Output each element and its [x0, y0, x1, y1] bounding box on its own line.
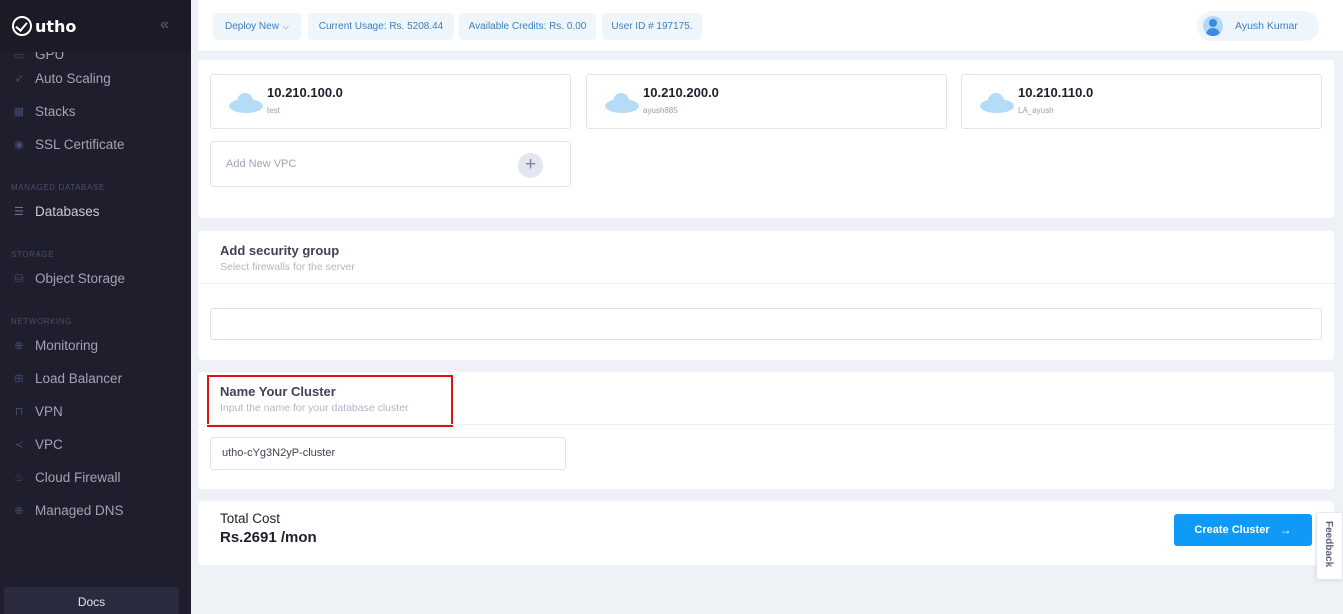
sidebar-item-vpc[interactable]: ≺ VPC	[0, 428, 191, 461]
deploy-new-dropdown[interactable]: Deploy New ⌵	[213, 13, 301, 40]
user-menu[interactable]: Ayush Kumar	[1197, 11, 1319, 41]
security-group-subtitle: Select firewalls for the server	[220, 261, 355, 273]
user-id-badge: User ID # 197175.	[602, 13, 702, 40]
vpc-ip: 10.210.110.0	[1018, 85, 1094, 100]
sidebar-item-cloud-firewall[interactable]: ♨ Cloud Firewall	[0, 461, 191, 494]
sidebar-item-label: Load Balancer	[35, 371, 123, 386]
plus-icon: +	[518, 153, 543, 178]
logo-check-icon	[12, 16, 32, 36]
lock-icon: ⊓	[14, 406, 24, 418]
divider	[198, 424, 1334, 425]
share-icon: ≺	[14, 439, 24, 451]
docs-button[interactable]: Docs	[4, 587, 179, 614]
create-cluster-button[interactable]: Create Cluster →	[1174, 514, 1312, 546]
globe-icon: ⊕	[14, 340, 24, 352]
rocket-icon: ➶	[14, 73, 24, 85]
sidebar-item-object-storage[interactable]: ⛁ Object Storage	[0, 262, 191, 295]
total-cost-label: Total Cost	[220, 511, 281, 526]
avatar	[1203, 16, 1223, 36]
arrow-right-icon: →	[1279, 523, 1292, 537]
logo-text: utho	[35, 16, 77, 36]
section-storage: STORAGE	[11, 250, 55, 259]
section-managed-database: MANAGED DATABASE	[11, 183, 105, 192]
stack-icon: ▦	[13, 106, 25, 118]
vpc-tile[interactable]: 10.210.110.0 LA_ayush	[961, 74, 1322, 129]
sidebar-item-label: Object Storage	[35, 271, 126, 286]
vpc-name: ayush885	[643, 106, 678, 115]
current-usage-badge: Current Usage: Rs. 5208.44	[308, 13, 454, 40]
sidebar-item-label: VPC	[35, 437, 63, 452]
vpc-ip: 10.210.100.0	[267, 85, 343, 100]
vpc-tile[interactable]: 10.210.100.0 test	[210, 74, 571, 129]
sitemap-icon: ⊞	[14, 373, 24, 385]
cluster-name-card: Name Your Cluster Input the name for you…	[198, 372, 1334, 489]
sidebar-item-managed-dns[interactable]: ⊕ Managed DNS	[0, 494, 191, 527]
sidebar-item-ssl-certificate[interactable]: ◉ SSL Certificate	[0, 128, 191, 161]
logo[interactable]: utho «	[0, 0, 191, 52]
globe-icon: ⊕	[14, 505, 24, 517]
sidebar-item-label: Auto Scaling	[35, 71, 111, 86]
total-cost-value: Rs.2691 /mon	[220, 529, 317, 546]
total-cost-card: Total Cost Rs.2691 /mon Create Cluster →	[198, 501, 1334, 565]
vpc-tile[interactable]: 10.210.200.0 ayush885	[586, 74, 947, 129]
sidebar-item-gpu[interactable]: ▭ GPU	[0, 52, 191, 62]
gpu-icon: ▭	[13, 52, 25, 62]
section-networking: NETWORKING	[11, 317, 73, 326]
vpc-name: test	[267, 106, 280, 115]
sidebar-item-label: GPU	[35, 52, 65, 62]
vpc-name: LA_ayush	[1018, 106, 1054, 115]
chevron-down-icon: ⌵	[282, 21, 289, 31]
cloud-icon	[229, 91, 263, 113]
sidebar-item-label: Databases	[35, 204, 100, 219]
fire-icon: ♨	[14, 472, 24, 484]
sidebar-item-load-balancer[interactable]: ⊞ Load Balancer	[0, 362, 191, 395]
vpc-card: 10.210.100.0 test 10.210.200.0 ayush885 …	[198, 60, 1334, 218]
sidebar-item-label: Monitoring	[35, 338, 99, 353]
security-group-select[interactable]	[210, 308, 1322, 340]
sidebar-item-label: Cloud Firewall	[35, 470, 121, 485]
vpc-ip: 10.210.200.0	[643, 85, 719, 100]
cloud-icon	[605, 91, 639, 113]
collapse-sidebar-icon[interactable]: «	[160, 16, 169, 34]
sidebar-item-label: VPN	[35, 404, 63, 419]
sidebar-item-databases[interactable]: ☰ Databases	[0, 195, 191, 228]
user-name: Ayush Kumar	[1235, 20, 1298, 32]
sidebar: utho « ▭ GPU ➶ Auto Scaling ▦ Stacks ◉ S…	[0, 0, 191, 614]
cloud-icon	[980, 91, 1014, 113]
sidebar-nav: ▭ GPU ➶ Auto Scaling ▦ Stacks ◉ SSL Cert…	[0, 52, 191, 582]
feedback-tab[interactable]: Feedback	[1316, 512, 1343, 580]
sidebar-item-label: SSL Certificate	[35, 137, 125, 152]
deploy-new-label: Deploy New	[225, 21, 279, 32]
security-group-card: Add security group Select firewalls for …	[198, 231, 1334, 360]
database-icon: ☰	[14, 206, 24, 218]
security-group-title: Add security group	[220, 243, 340, 258]
feedback-label: Feedback	[1323, 521, 1334, 568]
object-storage-icon: ⛁	[14, 273, 24, 285]
create-cluster-label: Create Cluster	[1194, 524, 1270, 536]
divider	[198, 283, 1334, 284]
sidebar-item-vpn[interactable]: ⊓ VPN	[0, 395, 191, 428]
cluster-name-input[interactable]: utho-cYg3N2yP-cluster	[210, 437, 566, 470]
sidebar-item-label: Stacks	[35, 104, 76, 119]
add-vpc-button[interactable]: Add New VPC +	[210, 141, 571, 187]
certificate-icon: ◉	[14, 139, 24, 151]
sidebar-item-monitoring[interactable]: ⊕ Monitoring	[0, 329, 191, 362]
top-header: Deploy New ⌵ Current Usage: Rs. 5208.44 …	[198, 0, 1343, 52]
add-vpc-label: Add New VPC	[226, 158, 297, 170]
sidebar-item-auto-scaling[interactable]: ➶ Auto Scaling	[0, 62, 191, 95]
available-credits-badge: Available Credits: Rs. 0.00	[459, 13, 596, 40]
sidebar-item-stacks[interactable]: ▦ Stacks	[0, 95, 191, 128]
sidebar-item-label: Managed DNS	[35, 503, 124, 518]
highlight-box	[207, 375, 453, 427]
